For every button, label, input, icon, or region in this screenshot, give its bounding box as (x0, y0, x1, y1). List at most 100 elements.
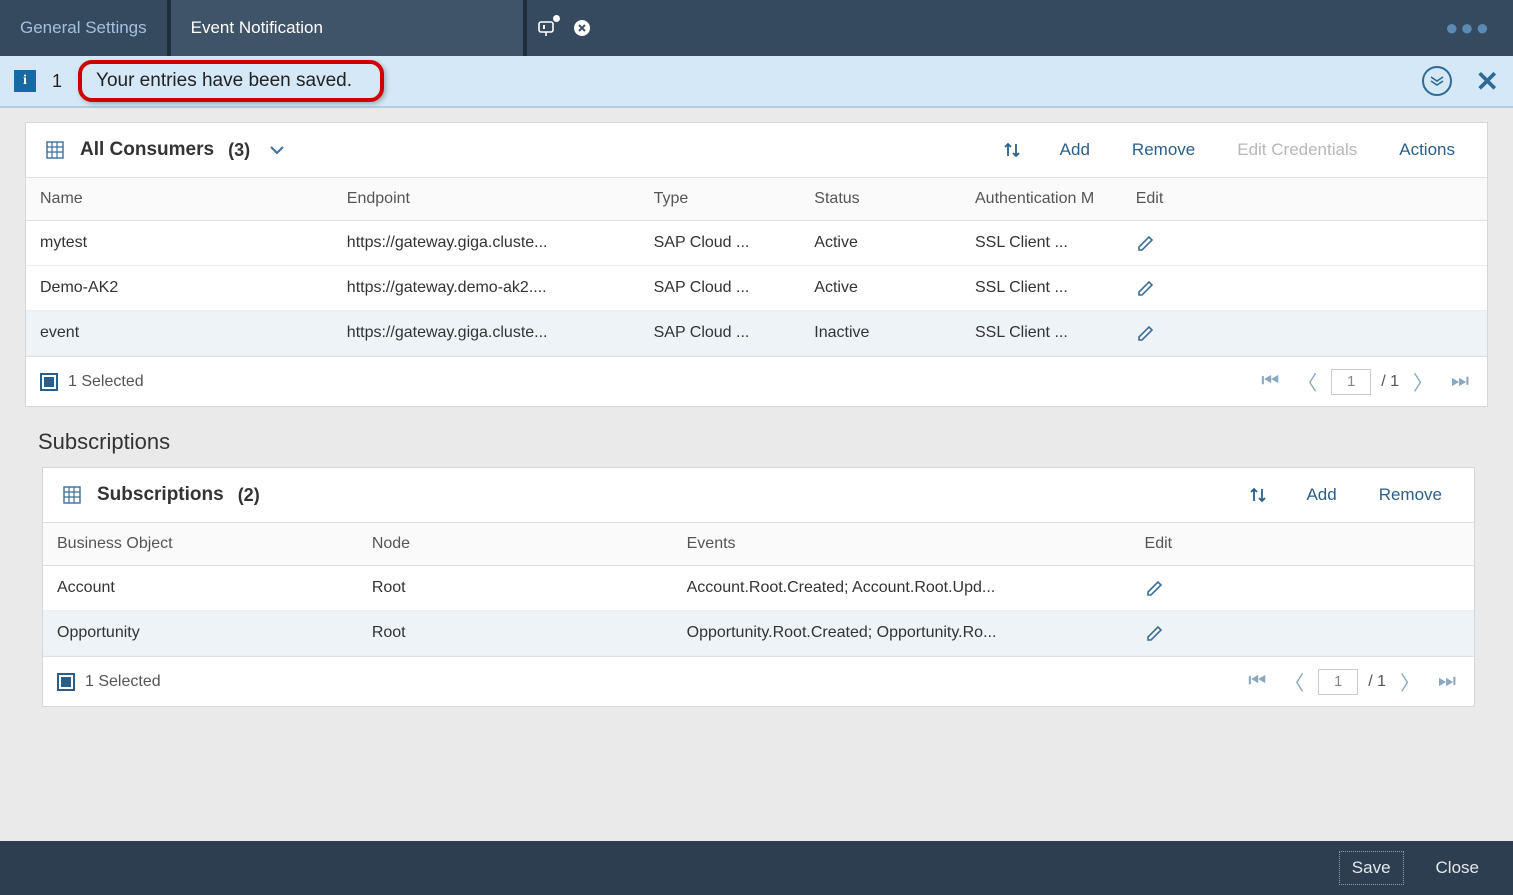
footer-bar: Save Close (0, 841, 1513, 895)
cell-events: Account.Root.Created; Account.Root.Upd..… (673, 566, 1131, 611)
message-bar: i 1 Your entries have been saved. ✕ (0, 56, 1513, 108)
col-edit: Edit (1122, 178, 1429, 221)
cell-type: SAP Cloud ... (640, 266, 801, 311)
pin-icon[interactable] (535, 17, 557, 39)
grid-icon[interactable] (44, 139, 66, 161)
edit-icon[interactable] (1136, 233, 1415, 253)
edit-credentials-button: Edit Credentials (1223, 140, 1371, 160)
cell-type: SAP Cloud ... (640, 221, 801, 266)
close-messages-icon[interactable]: ✕ (1476, 65, 1499, 98)
cell-status: Active (800, 266, 961, 311)
cell-edit (1131, 566, 1417, 611)
col-bo[interactable]: Business Object (43, 523, 358, 566)
last-page-icon[interactable]: ⏭ (1447, 370, 1473, 393)
cell-auth: SSL Client ... (961, 311, 1122, 356)
col-type[interactable]: Type (640, 178, 801, 221)
tab-general-settings[interactable]: General Settings (0, 0, 167, 56)
last-page-icon[interactable]: ⏭ (1434, 670, 1460, 693)
tab-action-icons (517, 17, 611, 39)
consumers-title: All Consumers (80, 139, 214, 161)
col-events[interactable]: Events (673, 523, 1131, 566)
table-row[interactable]: Demo-AK2https://gateway.demo-ak2....SAP … (26, 266, 1487, 311)
cell-auth: SSL Client ... (961, 266, 1122, 311)
chevron-down-icon[interactable] (264, 144, 290, 156)
col-status[interactable]: Status (800, 178, 961, 221)
tab-active-label: Event Notification (191, 18, 323, 38)
selected-count: 1 Selected (68, 373, 144, 391)
cell-node: Root (358, 611, 673, 656)
save-button[interactable]: Save (1339, 851, 1404, 885)
subscriptions-section-title: Subscriptions (38, 429, 1503, 455)
remove-button[interactable]: Remove (1365, 485, 1456, 505)
cell-status: Active (800, 221, 961, 266)
subscriptions-count: (2) (238, 485, 260, 506)
sort-icon[interactable] (1238, 485, 1278, 505)
prev-page-icon[interactable]: 〈 (1280, 667, 1308, 696)
cell-edit (1122, 266, 1429, 311)
cell-status: Inactive (800, 311, 961, 356)
close-button[interactable]: Close (1424, 852, 1491, 884)
cell-name: Demo-AK2 (26, 266, 333, 311)
page-input[interactable] (1318, 669, 1358, 695)
consumers-panel: All Consumers (3) Add Remove Edit Creden… (25, 122, 1488, 407)
consumers-header: All Consumers (3) Add Remove Edit Creden… (26, 123, 1487, 177)
first-page-icon[interactable]: ⏮ (1257, 370, 1283, 393)
first-page-icon[interactable]: ⏮ (1244, 670, 1270, 693)
cell-name: mytest (26, 221, 333, 266)
subscriptions-footer: 1 Selected ⏮ 〈 / 1 〉 ⏭ (43, 656, 1474, 706)
actions-button[interactable]: Actions (1385, 140, 1469, 160)
expand-messages-icon[interactable] (1422, 66, 1452, 96)
close-tab-icon[interactable] (571, 17, 593, 39)
consumers-count: (3) (228, 140, 250, 161)
col-node[interactable]: Node (358, 523, 673, 566)
col-auth[interactable]: Authentication M (961, 178, 1122, 221)
cell-type: SAP Cloud ... (640, 311, 801, 356)
cell-auth: SSL Client ... (961, 221, 1122, 266)
message-count: 1 (52, 71, 62, 92)
grid-icon[interactable] (61, 484, 83, 506)
page-total: / 1 (1381, 373, 1399, 391)
table-row[interactable]: eventhttps://gateway.giga.cluste...SAP C… (26, 311, 1487, 356)
table-row[interactable]: OpportunityRootOpportunity.Root.Created;… (43, 611, 1474, 656)
next-page-icon[interactable]: 〉 (1396, 667, 1424, 696)
cell-endpoint: https://gateway.giga.cluste... (333, 221, 640, 266)
select-indicator-icon[interactable] (57, 673, 75, 691)
more-icon[interactable]: ●●● (1423, 15, 1513, 41)
cell-edit (1131, 611, 1417, 656)
cell-bo: Account (43, 566, 358, 611)
add-button[interactable]: Add (1292, 485, 1350, 505)
consumers-footer: 1 Selected ⏮ 〈 / 1 〉 ⏭ (26, 356, 1487, 406)
col-name[interactable]: Name (26, 178, 333, 221)
next-page-icon[interactable]: 〉 (1409, 367, 1437, 396)
sort-icon[interactable] (992, 140, 1032, 160)
edit-icon[interactable] (1145, 623, 1403, 643)
table-row[interactable]: mytesthttps://gateway.giga.cluste...SAP … (26, 221, 1487, 266)
col-endpoint[interactable]: Endpoint (333, 178, 640, 221)
info-icon: i (14, 70, 36, 92)
cell-name: event (26, 311, 333, 356)
tab-bar: General Settings Event Notification ●●● (0, 0, 1513, 56)
add-button[interactable]: Add (1046, 140, 1104, 160)
page-content: All Consumers (3) Add Remove Edit Creden… (0, 108, 1513, 895)
subscriptions-header: Subscriptions (2) Add Remove (43, 468, 1474, 522)
message-text: Your entries have been saved. (78, 60, 384, 102)
cell-events: Opportunity.Root.Created; Opportunity.Ro… (673, 611, 1131, 656)
remove-button[interactable]: Remove (1118, 140, 1209, 160)
col-edit: Edit (1131, 523, 1417, 566)
edit-icon[interactable] (1136, 323, 1415, 343)
table-row[interactable]: AccountRootAccount.Root.Created; Account… (43, 566, 1474, 611)
edit-icon[interactable] (1145, 578, 1403, 598)
cell-edit (1122, 311, 1429, 356)
page-total: / 1 (1368, 673, 1386, 691)
consumers-table: Name Endpoint Type Status Authentication… (26, 177, 1487, 356)
cell-endpoint: https://gateway.giga.cluste... (333, 311, 640, 356)
select-indicator-icon[interactable] (40, 373, 58, 391)
cell-node: Root (358, 566, 673, 611)
edit-icon[interactable] (1136, 278, 1415, 298)
tab-event-notification[interactable]: Event Notification (167, 0, 527, 56)
page-input[interactable] (1331, 369, 1371, 395)
selected-count: 1 Selected (85, 673, 161, 691)
cell-edit (1122, 221, 1429, 266)
subscriptions-panel: Subscriptions (2) Add Remove Business Ob… (42, 467, 1475, 707)
prev-page-icon[interactable]: 〈 (1293, 367, 1321, 396)
